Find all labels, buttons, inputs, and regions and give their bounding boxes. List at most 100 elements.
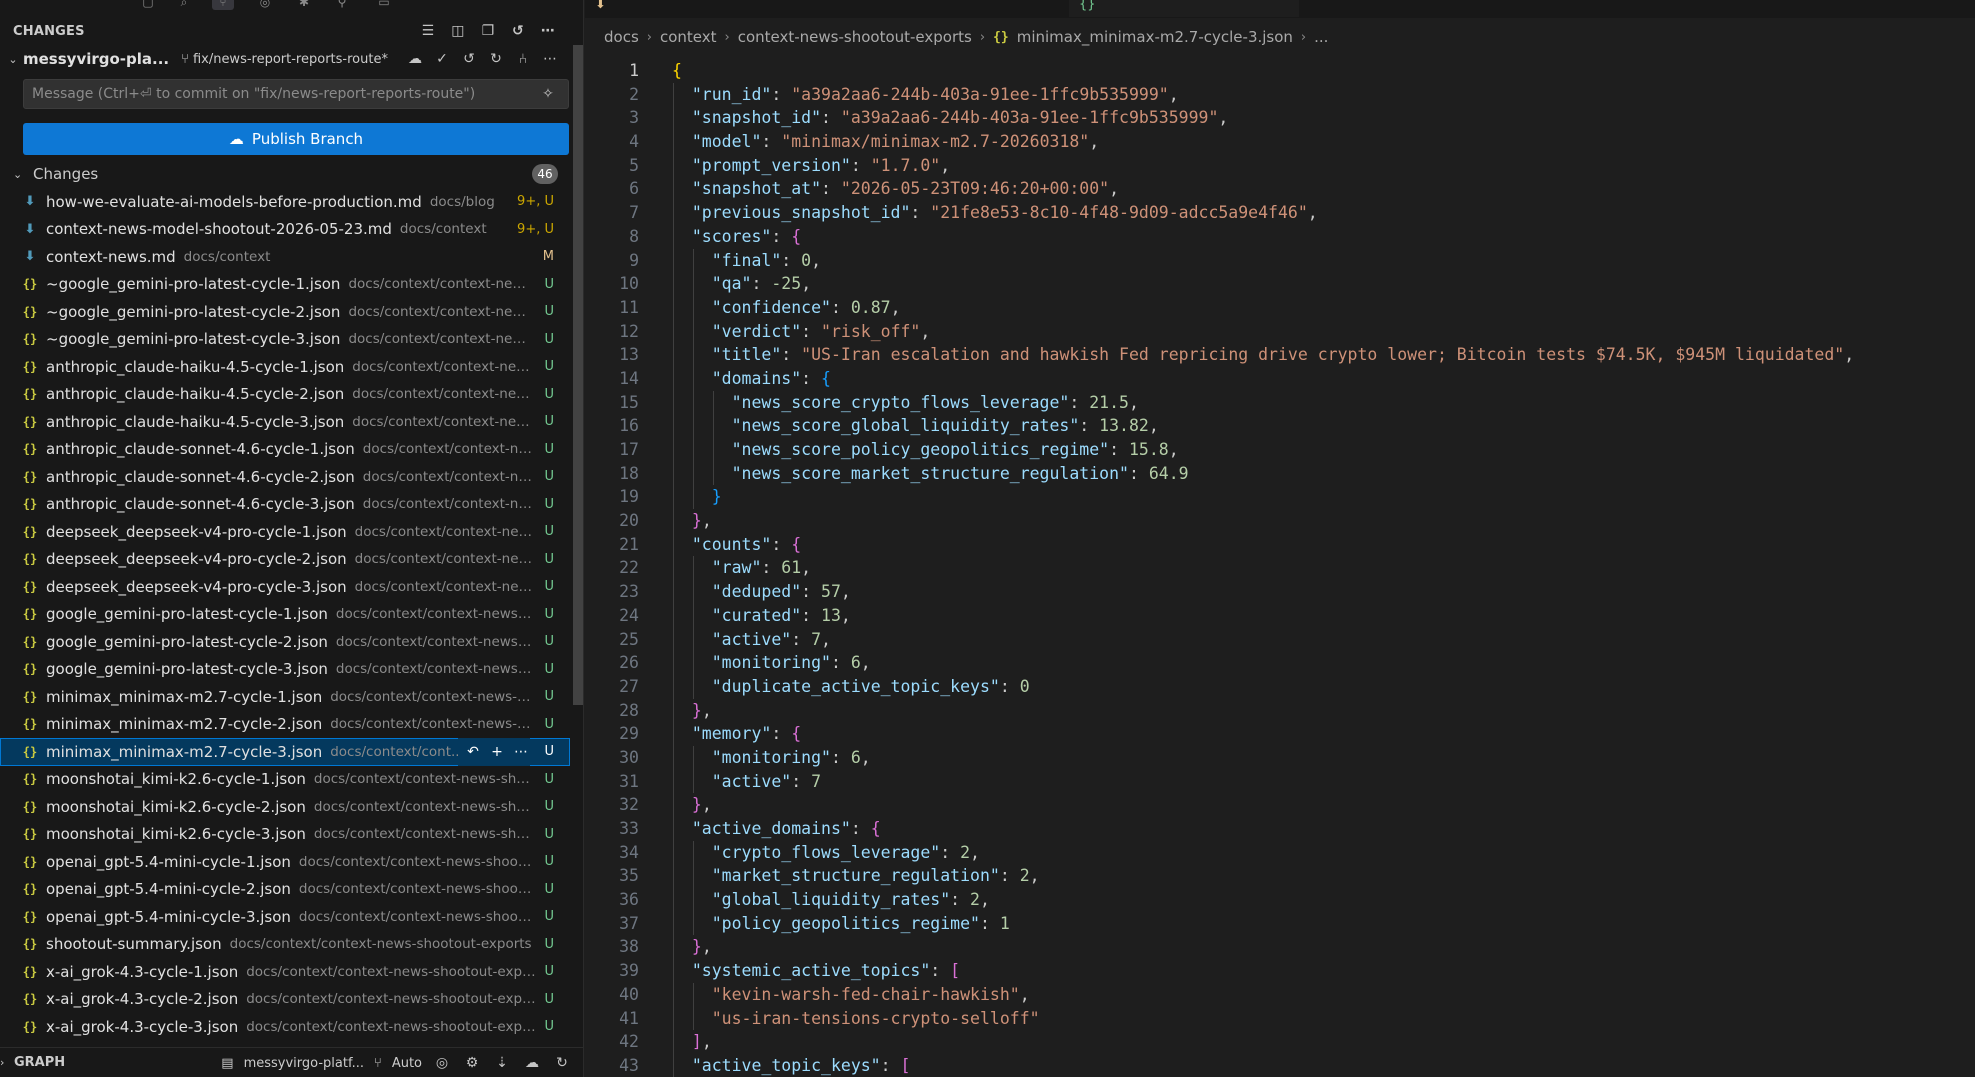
file-item[interactable]: {} anthropic_claude-sonnet-4.6-cycle-2.js… [0, 463, 570, 491]
file-item[interactable]: {} openai_gpt-5.4-mini-cycle-2.json docs/c… [0, 876, 570, 904]
code-token: , [840, 605, 851, 625]
file-item[interactable]: {} ~google_gemini-pro-latest-cycle-3.json… [0, 326, 570, 354]
code-token: , [821, 629, 831, 649]
pull-icon[interactable]: ⇣ [492, 1053, 512, 1073]
code-editor[interactable]: 1{2 "run_id": "a39a2aa6-244b-403a-91ee-1… [585, 59, 1975, 1077]
tab-minimax-cycle-3[interactable]: {} [1069, 0, 1299, 17]
file-item[interactable]: {} openai_gpt-5.4-mini-cycle-1.json docs/c… [0, 848, 570, 876]
history-icon[interactable]: ↺ [508, 21, 528, 41]
file-item[interactable]: {} anthropic_claude-sonnet-4.6-cycle-1.js… [0, 436, 570, 464]
file-item[interactable]: {} google_gemini-pro-latest-cycle-2.json d… [0, 628, 570, 656]
graph-pane-header[interactable]: › GRAPH ▤ messyvirgo-platf... ⑂ Auto ◎ ⚙… [0, 1047, 583, 1077]
chevron-down-icon[interactable]: ⌄ [13, 168, 33, 181]
extensions-icon[interactable]: ✱ [293, 0, 315, 10]
more-actions-icon[interactable]: ⋯ [540, 49, 560, 69]
changes-group-header[interactable]: ⌄ Changes 46 [0, 161, 570, 187]
collapse-all-icon[interactable]: ❐ [478, 21, 498, 41]
graph-auto-label[interactable]: Auto [392, 1056, 422, 1071]
file-item[interactable]: {} deepseek_deepseek-v4-pro-cycle-3.json d… [0, 573, 570, 601]
branch-indicator[interactable]: ⑂ fix/news-report-reports-route* [181, 52, 388, 67]
file-item[interactable]: {} deepseek_deepseek-v4-pro-cycle-1.json d… [0, 518, 570, 546]
file-item[interactable]: {} moonshotai_kimi-k2.6-cycle-2.json docs/… [0, 793, 570, 821]
code-token: , [701, 700, 712, 720]
file-name: shootout-summary.json [46, 935, 222, 954]
sparkle-icon[interactable]: ✧ [538, 84, 558, 104]
file-item[interactable]: {} minimax_minimax-m2.7-cycle-1.json docs/… [0, 683, 570, 711]
file-status: 9+, U [517, 221, 554, 237]
panel-icon[interactable]: ▭ [373, 0, 395, 10]
json-file-icon: {} [22, 689, 38, 704]
code-line: 13 "title": "US-Iran escalation and hawk… [585, 343, 1975, 367]
file-item[interactable]: {} anthropic_claude-haiku-4.5-cycle-1.jso… [0, 353, 570, 381]
code-token: } [691, 700, 702, 720]
file-item[interactable]: {} x-ai_grok-4.3-cycle-2.json docs/context… [0, 986, 570, 1014]
code-token: : [771, 724, 792, 744]
graph-repo-name[interactable]: messyvirgo-platf... [244, 1056, 364, 1071]
publish-branch-button[interactable]: ☁ Publish Branch [23, 123, 569, 155]
code-token: { [791, 226, 802, 246]
code-token: , [840, 582, 851, 602]
publish-branch-label: Publish Branch [251, 130, 364, 148]
stage-changes-icon[interactable]: + [488, 742, 506, 762]
json-file-icon: {} [22, 277, 38, 292]
source-control-icon[interactable]: ⑂ [212, 0, 234, 10]
file-item[interactable]: {} x-ai_grok-4.3-cycle-3.json docs/context… [0, 1013, 570, 1041]
view-as-list-icon[interactable]: ☰ [418, 21, 438, 41]
file-item[interactable]: ⬇ context-news.md docs/context M [0, 243, 570, 271]
history-icon[interactable]: ↺ [459, 49, 479, 69]
tab-context-news-model-shootout[interactable]: ⬇ [585, 0, 955, 17]
file-item[interactable]: {} google_gemini-pro-latest-cycle-3.json d… [0, 656, 570, 684]
commit-message-input[interactable] [23, 79, 569, 109]
more-actions-icon[interactable]: ⋯ [538, 21, 558, 41]
code-token: : [791, 771, 812, 791]
file-item[interactable]: {} google_gemini-pro-latest-cycle-1.json d… [0, 601, 570, 629]
file-item[interactable]: {} ~google_gemini-pro-latest-cycle-1.json… [0, 271, 570, 299]
code-token: : [801, 605, 822, 625]
graph-icon[interactable]: ⑃ [513, 49, 533, 69]
file-item[interactable]: {} ~google_gemini-pro-latest-cycle-2.json… [0, 298, 570, 326]
chevron-right-icon[interactable]: › [0, 1056, 14, 1069]
code-token: , [801, 558, 812, 578]
more-actions-icon[interactable]: ⋯ [512, 742, 530, 762]
file-item[interactable]: {} moonshotai_kimi-k2.6-cycle-3.json docs/… [0, 821, 570, 849]
files-icon[interactable]: ▢ [137, 0, 159, 10]
changes-pane-header[interactable]: CHANGES ☰ ◫ ❐ ↺ ⋯ [0, 18, 570, 44]
file-item[interactable]: {} moonshotai_kimi-k2.6-cycle-1.json docs/… [0, 766, 570, 794]
file-item[interactable]: {} minimax_minimax-m2.7-cycle-3.json docs/… [0, 738, 570, 766]
file-path: docs/context/context-news-s... [335, 633, 543, 650]
breadcrumb-item[interactable]: ... [1314, 28, 1328, 46]
file-item[interactable]: {} anthropic_claude-haiku-4.5-cycle-2.jso… [0, 381, 570, 409]
commit-check-icon[interactable]: ✓ [432, 49, 452, 69]
file-item[interactable]: ⬇ context-news-model-shootout-2026-05-23.… [0, 216, 570, 244]
file-item[interactable]: {} shootout-summary.json docs/context/cont… [0, 931, 570, 959]
breadcrumb-item[interactable]: minimax_minimax-m2.7-cycle-3.json [1017, 28, 1293, 46]
breadcrumb-item[interactable]: docs [604, 28, 639, 46]
file-path: docs/context/context-news-shoot... [298, 881, 537, 898]
code-token: , [811, 250, 822, 270]
discard-changes-icon[interactable]: ↶ [464, 742, 482, 762]
repository-row[interactable]: ⌄ messyvirgo-pla... ⑂ fix/news-report-re… [0, 47, 570, 71]
file-item[interactable]: {} minimax_minimax-m2.7-cycle-2.json docs/… [0, 711, 570, 739]
breadcrumb-item[interactable]: context-news-shootout-exports [738, 28, 972, 46]
debug-icon[interactable]: ◎ [254, 0, 276, 10]
breadcrumb-item[interactable]: context [660, 28, 717, 46]
refresh-icon[interactable]: ↻ [486, 49, 506, 69]
target-icon[interactable]: ◎ [432, 1053, 452, 1073]
file-item[interactable]: {} anthropic_claude-haiku-4.5-cycle-3.jso… [0, 408, 570, 436]
cloud-upload-icon[interactable]: ☁ [405, 49, 425, 69]
file-item[interactable]: ⬇ how-we-evaluate-ai-models-before-produc… [0, 188, 570, 216]
fetch-icon[interactable]: ⚙ [462, 1053, 482, 1073]
file-item[interactable]: {} x-ai_grok-4.3-cycle-1.json docs/context… [0, 958, 570, 986]
file-item[interactable]: {} anthropic_claude-sonnet-4.6-cycle-3.js… [0, 491, 570, 519]
remote-icon[interactable]: ⚲ [331, 0, 353, 10]
chevron-down-icon[interactable]: ⌄ [3, 53, 23, 66]
layout-icon[interactable]: ◫ [448, 21, 468, 41]
code-line: 8 "scores": { [585, 224, 1975, 249]
refresh-icon[interactable]: ↻ [552, 1053, 572, 1073]
push-icon[interactable]: ☁ [522, 1053, 542, 1073]
sidebar-scrollbar[interactable] [573, 45, 583, 705]
search-icon[interactable]: ⌕ [173, 0, 195, 10]
file-item[interactable]: {} deepseek_deepseek-v4-pro-cycle-2.json d… [0, 546, 570, 574]
file-item[interactable]: {} openai_gpt-5.4-mini-cycle-3.json docs/c… [0, 903, 570, 931]
